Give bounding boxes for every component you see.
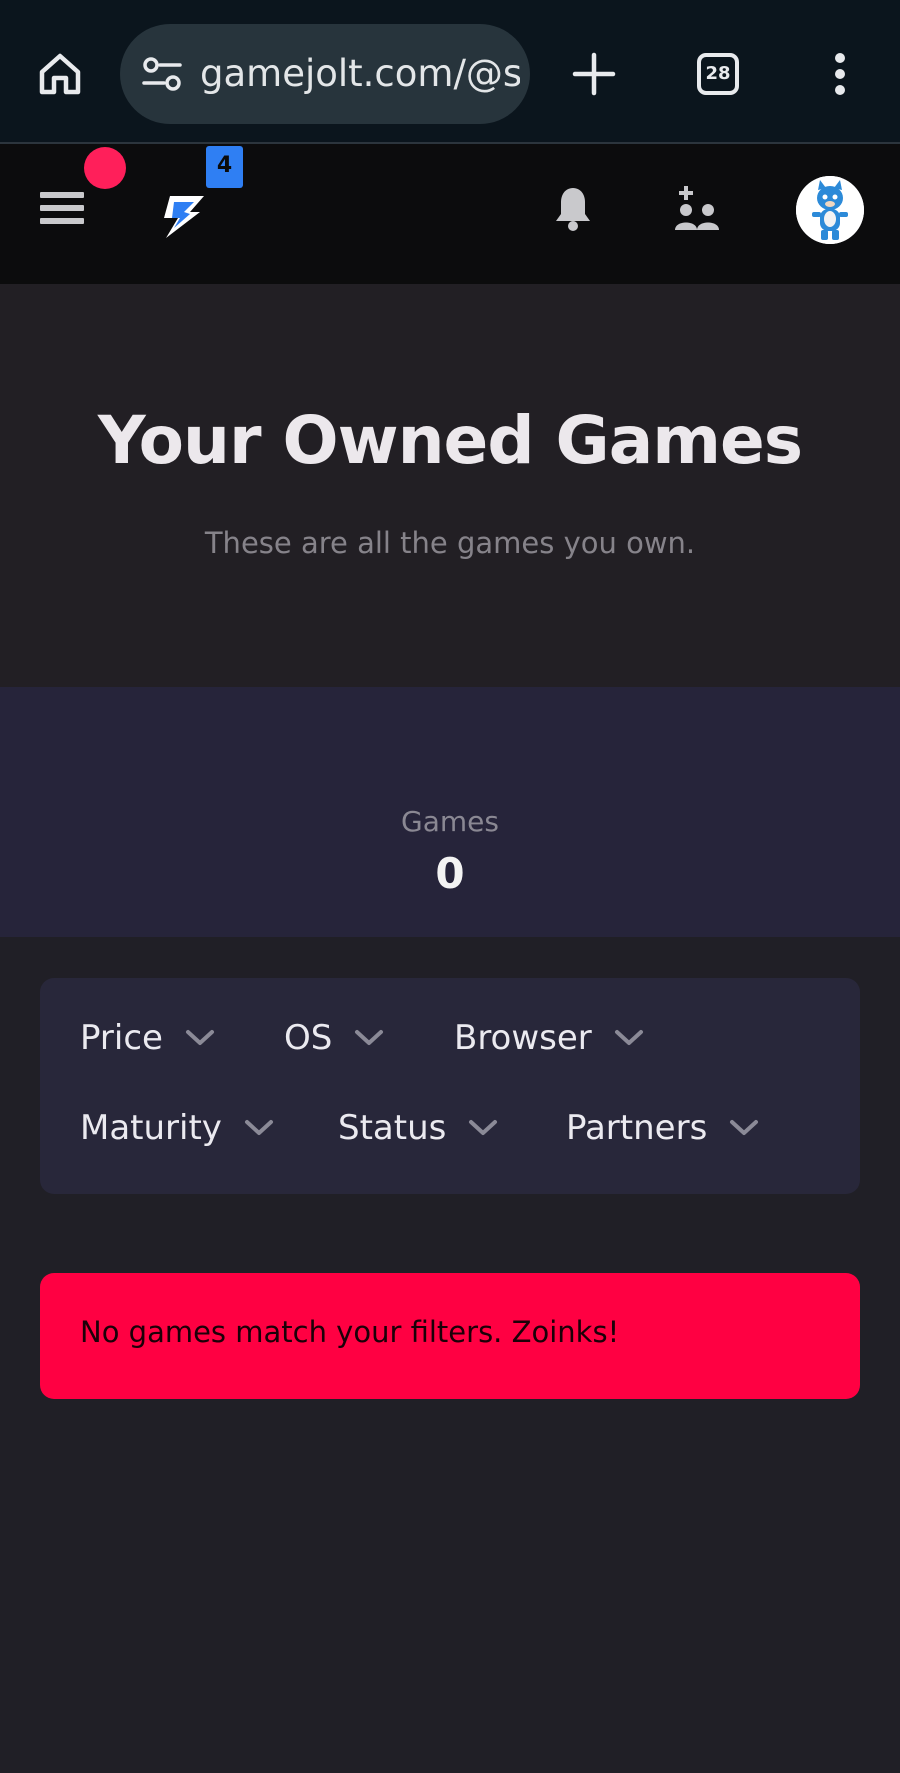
page-hero: Your Owned Games These are all the games…: [0, 284, 900, 687]
site-header: 4: [0, 144, 900, 284]
tune-icon[interactable]: [142, 56, 182, 92]
more-vert-icon[interactable]: [828, 50, 852, 98]
filter-browser[interactable]: Browser: [454, 1018, 644, 1058]
logo-badge: 4: [206, 146, 243, 188]
filter-label: Price: [80, 1018, 163, 1058]
chevron-down-icon: [185, 1030, 214, 1045]
tab-switcher-button[interactable]: 28: [697, 53, 739, 95]
new-tab-icon[interactable]: [572, 52, 616, 96]
filter-label: Partners: [566, 1108, 708, 1148]
no-results-alert: No games match your filters. Zoinks!: [40, 1273, 860, 1399]
avatar[interactable]: [796, 176, 864, 244]
chevron-down-icon: [614, 1030, 643, 1045]
games-stat: Games 0: [0, 687, 900, 937]
filter-maturity[interactable]: Maturity: [80, 1108, 274, 1148]
gamejolt-logo[interactable]: [160, 188, 208, 240]
friends-icon[interactable]: [674, 186, 720, 232]
filter-label: Maturity: [80, 1108, 222, 1148]
home-icon[interactable]: [36, 50, 84, 98]
filter-panel: Price OS Browser Maturity Status Partner…: [40, 978, 860, 1194]
menu-icon[interactable]: [40, 192, 84, 232]
page-subtitle: These are all the games you own.: [204, 526, 696, 560]
url-text[interactable]: gamejolt.com/@s: [200, 48, 520, 100]
filter-label: Browser: [454, 1018, 592, 1058]
chevron-down-icon: [469, 1120, 498, 1135]
address-bar[interactable]: gamejolt.com/@s: [120, 24, 530, 124]
alert-message: No games match your filters. Zoinks!: [80, 1315, 620, 1349]
games-stat-value: 0: [435, 849, 465, 898]
filter-status[interactable]: Status: [338, 1108, 498, 1148]
browser-toolbar: gamejolt.com/@s 28: [0, 0, 900, 144]
filter-label: OS: [284, 1018, 333, 1058]
page-title: Your Owned Games: [97, 402, 803, 479]
filter-os[interactable]: OS: [284, 1018, 384, 1058]
filter-price[interactable]: Price: [80, 1018, 215, 1058]
games-stat-label: Games: [401, 805, 499, 838]
filter-label: Status: [338, 1108, 447, 1148]
filter-partners[interactable]: Partners: [566, 1108, 759, 1148]
bell-icon[interactable]: [553, 186, 593, 232]
chevron-down-icon: [244, 1120, 273, 1135]
chevron-down-icon: [730, 1120, 759, 1135]
chevron-down-icon: [355, 1030, 384, 1045]
notification-dot: [84, 147, 126, 189]
